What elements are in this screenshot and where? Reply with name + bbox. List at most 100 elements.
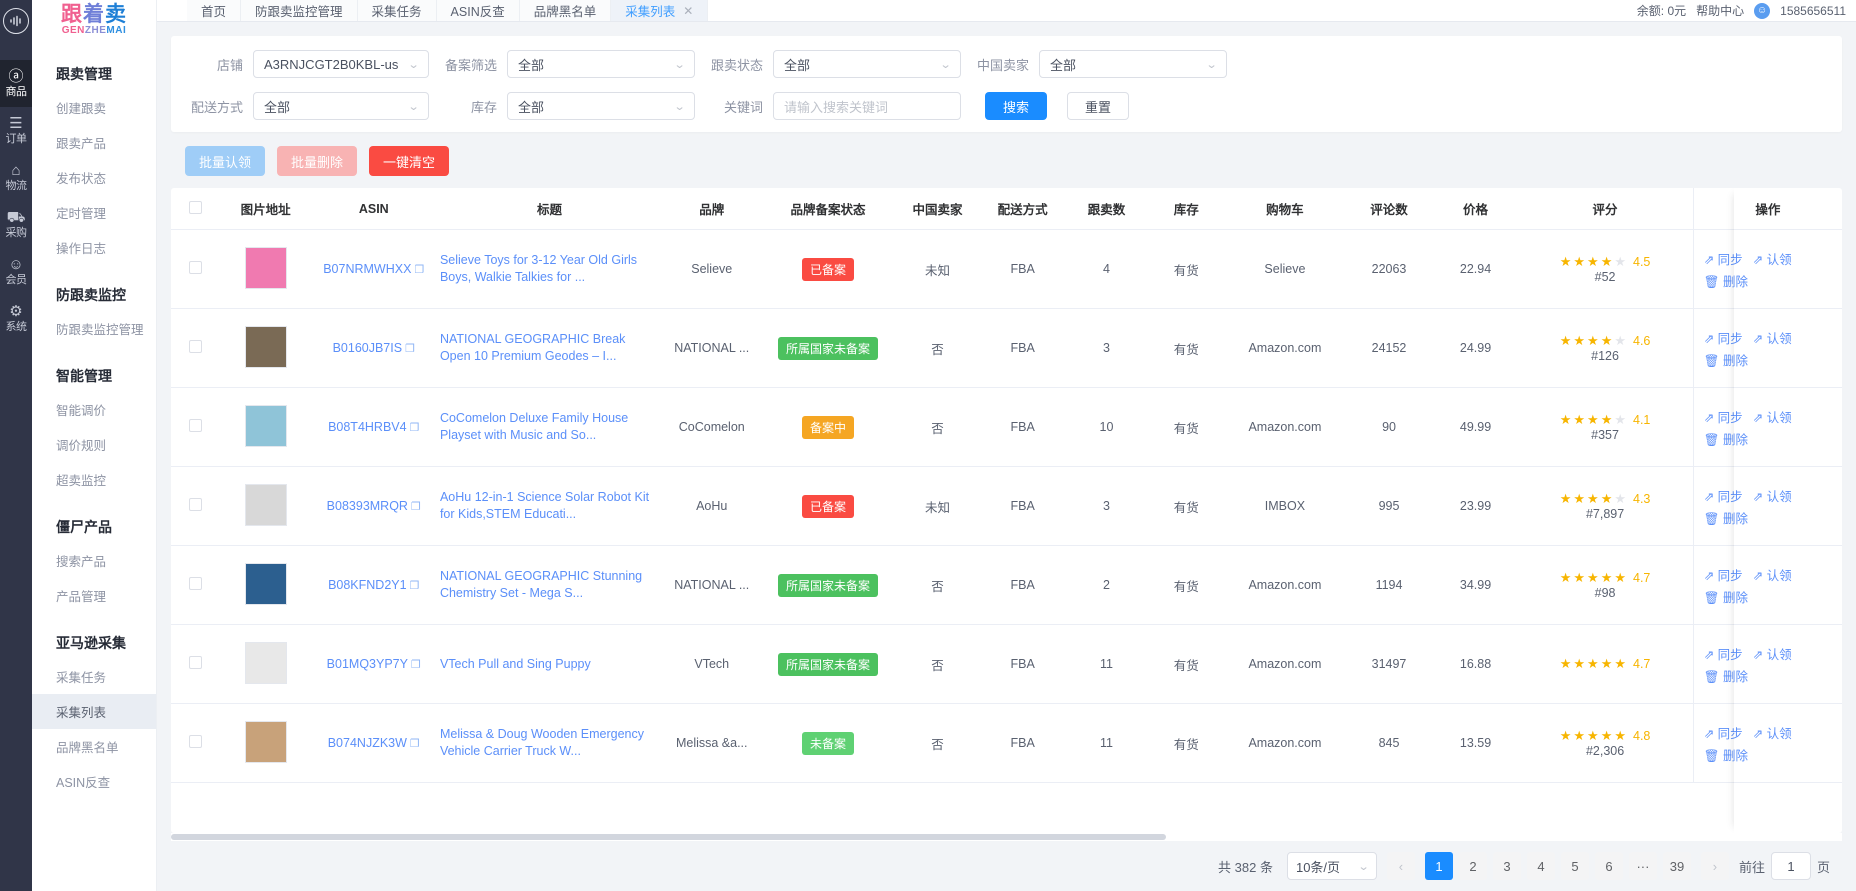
page-size-select[interactable]: 10条/页 ⌄ — [1286, 852, 1377, 880]
close-icon[interactable]: ✕ — [683, 4, 693, 18]
asin-link[interactable]: B07NRMWHXX — [323, 262, 411, 276]
product-thumbnail[interactable] — [244, 325, 287, 368]
sidebar-item-品牌黑名单[interactable]: 品牌黑名单 — [32, 729, 156, 764]
sync-action[interactable]: ⇗ 同步 — [1704, 249, 1743, 268]
asin-link[interactable]: B074NJZK3W — [328, 736, 407, 750]
copy-icon[interactable]: ❐ — [411, 659, 421, 671]
bulk-delete-button[interactable]: 批量删除 — [277, 146, 358, 176]
delete-action[interactable]: 🗑 删除 — [1704, 271, 1748, 290]
tab-采集列表[interactable]: 采集列表 ✕ — [610, 0, 709, 21]
product-title-link[interactable]: Melissa & Doug Wooden Emergency Vehicle … — [440, 726, 659, 760]
product-thumbnail[interactable] — [244, 404, 287, 447]
sidebar-item-搜索产品[interactable]: 搜索产品 — [32, 543, 156, 578]
sidebar-item-ASIN反查[interactable]: ASIN反查 — [32, 764, 156, 799]
keyword-input[interactable]: 请输入搜索关键词 — [773, 92, 961, 120]
sidebar-item-定时管理[interactable]: 定时管理 — [32, 195, 156, 230]
asin-link[interactable]: B0160JB7IS — [333, 341, 403, 355]
clear-all-button[interactable]: 一键清空 — [369, 146, 450, 176]
product-title-link[interactable]: NATIONAL GEOGRAPHIC Stunning Chemistry S… — [440, 568, 659, 602]
page-button-5[interactable]: 5 — [1560, 852, 1589, 880]
help-center-link[interactable]: 帮助中心 — [1696, 2, 1744, 19]
search-button[interactable]: 搜索 — [985, 92, 1048, 120]
claim-action[interactable]: ⇗ 认领 — [1753, 723, 1792, 742]
sidebar-item-防跟卖监控管理[interactable]: 防跟卖监控管理 — [32, 311, 156, 346]
delete-action[interactable]: 🗑 删除 — [1704, 745, 1748, 764]
delete-action[interactable]: 🗑 删除 — [1704, 666, 1748, 685]
copy-icon[interactable]: ❐ — [411, 501, 421, 513]
product-thumbnail[interactable] — [244, 246, 287, 289]
product-thumbnail[interactable] — [244, 483, 287, 526]
ship-method-select[interactable]: 全部 ⌄ — [253, 92, 429, 120]
copy-icon[interactable]: ❐ — [410, 422, 420, 434]
claim-action[interactable]: ⇗ 认领 — [1753, 407, 1792, 426]
product-thumbnail[interactable] — [244, 720, 287, 763]
rail-item-5[interactable]: ⚙ 系统 — [0, 295, 32, 342]
page-button-3[interactable]: 3 — [1492, 852, 1521, 880]
tab-品牌黑名单[interactable]: 品牌黑名单 — [518, 0, 612, 21]
copy-icon[interactable]: ❐ — [405, 343, 415, 355]
sidebar-item-跟卖产品[interactable]: 跟卖产品 — [32, 125, 156, 160]
sidebar-item-发布状态[interactable]: 发布状态 — [32, 160, 156, 195]
avatar[interactable]: ☺ — [1754, 2, 1771, 19]
tab-首页[interactable]: 首页 — [187, 0, 242, 21]
select-all-checkbox[interactable] — [188, 200, 202, 214]
goto-page-input[interactable]: 1 — [1770, 852, 1811, 880]
rail-item-0[interactable]: ⓐ 商品 — [0, 60, 32, 107]
horizontal-scrollbar[interactable] — [171, 833, 1842, 841]
product-title-link[interactable]: CoComelon Deluxe Family House Playset wi… — [440, 410, 659, 444]
sidebar-item-采集列表[interactable]: 采集列表 — [32, 694, 156, 729]
claim-action[interactable]: ⇗ 认领 — [1753, 565, 1792, 584]
sync-action[interactable]: ⇗ 同步 — [1704, 328, 1743, 347]
row-checkbox[interactable] — [188, 261, 202, 274]
sync-action[interactable]: ⇗ 同步 — [1704, 644, 1743, 663]
delete-action[interactable]: 🗑 删除 — [1704, 587, 1748, 606]
rail-item-3[interactable]: ⛟ 采购 — [0, 201, 32, 248]
rail-item-2[interactable]: ⌂ 物流 — [0, 154, 32, 201]
next-page-button[interactable]: › — [1700, 852, 1729, 880]
asin-link[interactable]: B08T4HRBV4 — [328, 420, 407, 434]
asin-link[interactable]: B08393MRQR — [327, 499, 408, 513]
sidebar-item-调价规则[interactable]: 调价规则 — [32, 427, 156, 462]
sync-action[interactable]: ⇗ 同步 — [1704, 407, 1743, 426]
row-checkbox[interactable] — [188, 735, 202, 748]
sync-action[interactable]: ⇗ 同步 — [1704, 486, 1743, 505]
sync-action[interactable]: ⇗ 同步 — [1704, 723, 1743, 742]
row-checkbox[interactable] — [188, 577, 202, 590]
row-checkbox[interactable] — [188, 498, 202, 511]
tab-防跟卖监控管理[interactable]: 防跟卖监控管理 — [240, 0, 358, 21]
product-thumbnail[interactable] — [244, 562, 287, 605]
copy-icon[interactable]: ❐ — [410, 738, 420, 750]
sidebar-item-超卖监控[interactable]: 超卖监控 — [32, 462, 156, 497]
bulk-claim-button[interactable]: 批量认领 — [185, 146, 266, 176]
copy-icon[interactable]: ❐ — [410, 580, 420, 592]
sidebar-item-操作日志[interactable]: 操作日志 — [32, 230, 156, 265]
delete-action[interactable]: 🗑 删除 — [1704, 350, 1748, 369]
page-button-···[interactable]: ··· — [1628, 852, 1657, 880]
delete-action[interactable]: 🗑 删除 — [1704, 508, 1748, 527]
reset-button[interactable]: 重置 — [1067, 92, 1130, 120]
sidebar-item-智能调价[interactable]: 智能调价 — [32, 392, 156, 427]
prev-page-button[interactable]: ‹ — [1386, 852, 1415, 880]
tab-ASIN反查[interactable]: ASIN反查 — [435, 0, 520, 21]
page-button-6[interactable]: 6 — [1594, 852, 1623, 880]
product-title-link[interactable]: AoHu 12-in-1 Science Solar Robot Kit for… — [440, 489, 659, 523]
page-button-2[interactable]: 2 — [1458, 852, 1487, 880]
row-checkbox[interactable] — [188, 419, 202, 432]
asin-link[interactable]: B01MQ3YP7Y — [327, 657, 408, 671]
product-title-link[interactable]: VTech Pull and Sing Puppy — [440, 656, 659, 673]
stock-select[interactable]: 全部 ⌄ — [507, 92, 695, 120]
page-button-1[interactable]: 1 — [1424, 852, 1453, 880]
china-seller-select[interactable]: 全部 ⌄ — [1039, 50, 1227, 78]
follow-status-select[interactable]: 全部 ⌄ — [773, 50, 961, 78]
row-checkbox[interactable] — [188, 340, 202, 353]
asin-link[interactable]: B08KFND2Y1 — [328, 578, 407, 592]
tab-采集任务[interactable]: 采集任务 — [356, 0, 437, 21]
delete-action[interactable]: 🗑 删除 — [1704, 429, 1748, 448]
claim-action[interactable]: ⇗ 认领 — [1753, 328, 1792, 347]
horizontal-scrollbar-thumb[interactable] — [171, 834, 1166, 840]
rail-item-4[interactable]: ☺ 会员 — [0, 248, 32, 295]
claim-action[interactable]: ⇗ 认领 — [1753, 486, 1792, 505]
sidebar-item-创建跟卖[interactable]: 创建跟卖 — [32, 90, 156, 125]
rail-item-1[interactable]: ☰ 订单 — [0, 107, 32, 154]
record-filter-select[interactable]: 全部 ⌄ — [507, 50, 695, 78]
